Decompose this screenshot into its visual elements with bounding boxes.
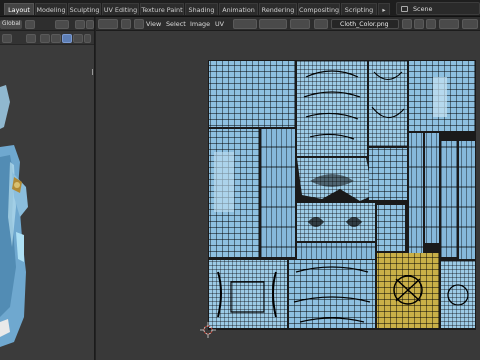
shading-options-icon[interactable]: [84, 34, 91, 43]
tab-animation[interactable]: Animation: [219, 3, 258, 15]
uv-island[interactable]: [369, 148, 407, 200]
uv-island[interactable]: [425, 133, 439, 243]
solid-shading-icon[interactable]: [51, 34, 61, 43]
snap-icon[interactable]: [55, 20, 69, 29]
wireframe-shading-icon[interactable]: [40, 34, 50, 43]
rendered-shading-icon[interactable]: [73, 34, 83, 43]
scene-selector[interactable]: Scene: [396, 2, 480, 15]
overlay-icon[interactable]: [2, 34, 12, 43]
falloff-icon[interactable]: [86, 20, 94, 29]
uv-canvas[interactable]: [96, 17, 480, 360]
scene-icon: [401, 6, 408, 12]
xray-icon[interactable]: [26, 34, 36, 43]
viewport-shading-bar: [0, 31, 94, 45]
character-model[interactable]: [0, 67, 40, 360]
tab-layout[interactable]: Layout: [4, 3, 34, 15]
uv-island[interactable]: [377, 205, 405, 251]
tab-rendering[interactable]: Rendering: [259, 3, 297, 15]
pivot-icon[interactable]: [25, 20, 35, 29]
orientation-dropdown[interactable]: Global: [0, 20, 22, 29]
tab-scripting[interactable]: Scripting: [341, 3, 377, 15]
uv-island[interactable]: [441, 261, 475, 328]
uv-island[interactable]: [459, 141, 475, 259]
proportional-edit-icon[interactable]: [75, 20, 85, 29]
uv-island[interactable]: [369, 61, 407, 146]
tab-shading[interactable]: Shading: [185, 3, 218, 15]
area-split-handle[interactable]: [92, 69, 94, 75]
tab-texture-paint[interactable]: Texture Paint: [140, 3, 184, 15]
uv-island[interactable]: [297, 61, 367, 156]
tab-compositing[interactable]: Compositing: [298, 3, 340, 15]
uv-island[interactable]: [261, 129, 295, 257]
top-bar: Layout Modeling Sculpting UV Editing Tex…: [0, 0, 480, 17]
uv-island[interactable]: [409, 133, 423, 253]
tab-sculpting[interactable]: Sculpting: [68, 3, 101, 15]
uv-island[interactable]: [297, 243, 375, 259]
uv-island[interactable]: [441, 141, 457, 257]
tab-overflow-button[interactable]: ▸: [378, 3, 390, 15]
tab-modeling[interactable]: Modeling: [35, 3, 67, 15]
uv-editor[interactable]: View Select Image UV Cloth_Color.png: [96, 17, 480, 360]
tab-uv-editing[interactable]: UV Editing: [102, 3, 139, 15]
scene-name: Scene: [413, 5, 433, 13]
material-shading-icon[interactable]: [62, 34, 72, 43]
3d-viewport[interactable]: Global: [0, 17, 95, 360]
viewport-header: Global: [0, 17, 94, 31]
uv-island[interactable]: [209, 61, 295, 127]
